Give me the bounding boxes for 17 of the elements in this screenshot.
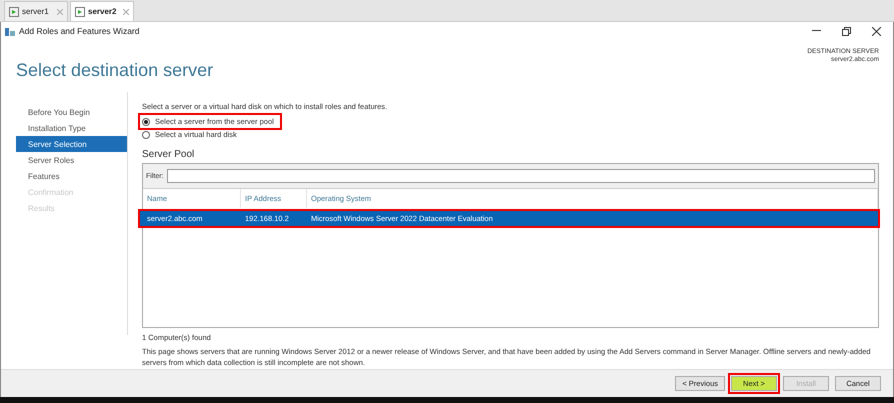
- server-tab-icon: [9, 6, 19, 16]
- window-title: Add Roles and Features Wizard: [19, 26, 140, 36]
- wizard-icon: [5, 26, 15, 36]
- filter-field[interactable]: [166, 169, 875, 183]
- close-icon[interactable]: [872, 26, 880, 36]
- wizard-step[interactable]: Server Selection: [16, 136, 127, 152]
- minimize-icon[interactable]: [812, 30, 820, 32]
- section-title: Server Pool: [142, 149, 196, 160]
- page-heading: Select destination server: [16, 60, 214, 82]
- wizard-step[interactable]: Features: [16, 168, 127, 184]
- server-tab-icon: [75, 6, 85, 16]
- wizard-step[interactable]: Server Roles: [16, 152, 127, 168]
- wizard-step[interactable]: Installation Type: [16, 120, 127, 136]
- wizard-step[interactable]: Before You Begin: [16, 104, 127, 120]
- restore-icon[interactable]: [842, 26, 850, 36]
- browser-tab[interactable]: server1: [4, 1, 68, 21]
- browser-tab[interactable]: server2: [70, 1, 134, 21]
